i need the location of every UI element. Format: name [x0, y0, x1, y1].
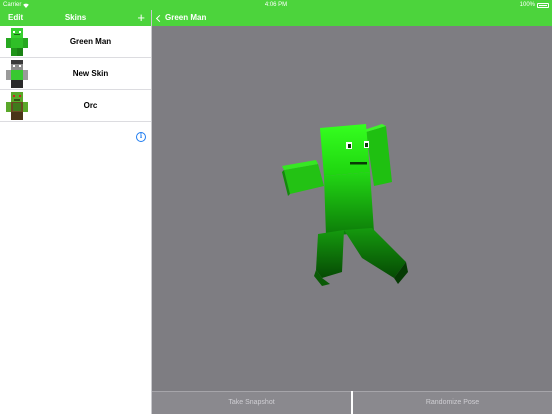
status-right: 100% [520, 0, 549, 10]
sidebar-title: Skins [64, 13, 87, 22]
skins-sidebar: Edit Skins + Green Man New Skin Orc i [0, 10, 152, 414]
back-button[interactable]: Green Man [155, 10, 207, 26]
skin-name: Green Man [69, 37, 112, 46]
skin-name: Orc [83, 101, 98, 110]
orc-thumbnail [6, 92, 28, 120]
skin-3d-viewport[interactable] [152, 26, 552, 391]
chevron-left-icon [155, 14, 164, 22]
green-man-3d-model [282, 124, 408, 286]
sidebar-nav-bar: Edit Skins + [0, 10, 151, 26]
new-skin-thumbnail [6, 60, 28, 88]
status-time: 4:06 PM [264, 2, 288, 8]
randomize-pose-button[interactable]: Randomize Pose [353, 391, 552, 414]
skin-list-item-green-man[interactable]: Green Man [0, 26, 151, 58]
bottom-toolbar: Take Snapshot Randomize Pose [152, 391, 552, 414]
skin-list-item-new-skin[interactable]: New Skin [0, 58, 151, 90]
skin-name: New Skin [72, 69, 109, 78]
plus-icon: + [137, 10, 145, 25]
add-skin-button[interactable]: + [137, 10, 145, 25]
take-snapshot-button[interactable]: Take Snapshot [152, 391, 351, 414]
battery-icon [537, 2, 549, 8]
battery-percent: 100% [519, 2, 535, 8]
detail-nav-bar: Green Man [152, 10, 552, 26]
skin-list-item-orc[interactable]: Orc [0, 90, 151, 122]
info-icon[interactable]: i [136, 132, 146, 142]
status-bar: Carrier 4:06 PM 100% [0, 0, 552, 10]
back-button-label: Green Man [165, 13, 207, 22]
green-man-thumbnail [6, 28, 28, 56]
